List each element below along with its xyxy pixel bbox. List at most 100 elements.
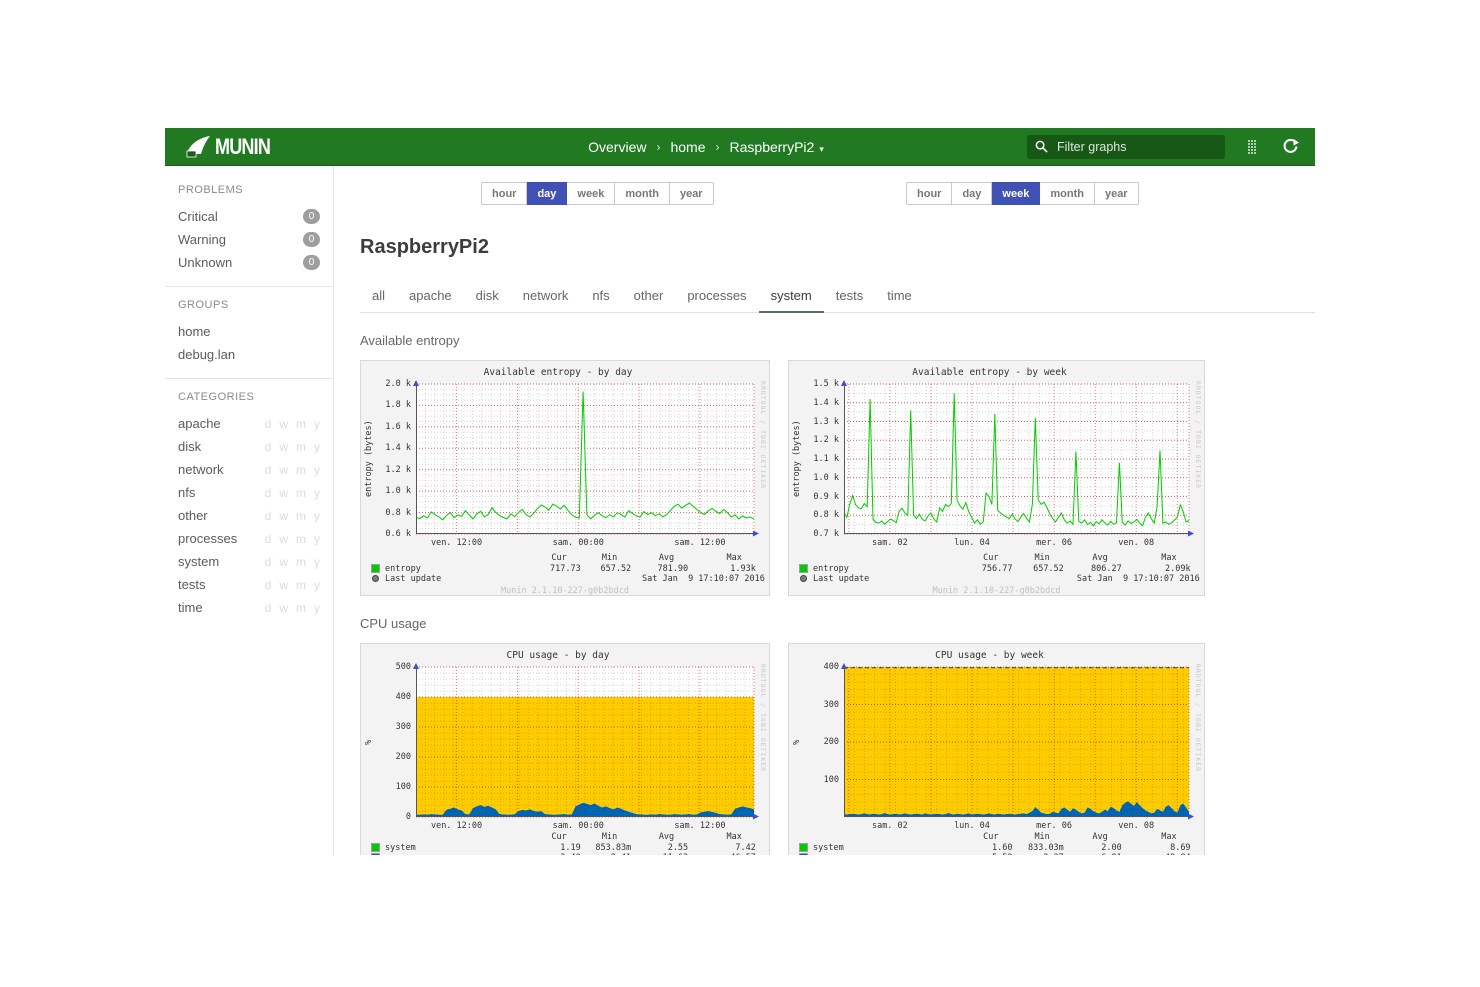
period-link-y[interactable]: y — [314, 532, 320, 546]
graph-row: Available entropy - by dayentropy (bytes… — [360, 360, 1315, 596]
period-link-y[interactable]: y — [314, 486, 320, 500]
period-link-y[interactable]: y — [314, 417, 320, 431]
sidebar-item-other[interactable]: otherdwmy — [165, 504, 333, 527]
period-link-y[interactable]: y — [314, 509, 320, 523]
period-links: dwmy — [257, 417, 320, 431]
period-link-d[interactable]: d — [265, 601, 272, 615]
x-tick-label: sam. 12:00 — [655, 821, 745, 831]
period-link-m[interactable]: m — [296, 417, 306, 431]
period-link-d[interactable]: d — [265, 509, 272, 523]
range-button-year[interactable]: year — [1095, 182, 1139, 205]
range-button-week[interactable]: week — [567, 182, 615, 205]
tab-time[interactable]: time — [875, 282, 924, 313]
graph-panel-cpu-day[interactable]: CPU usage - by day%RRDTOOL / TOBI OETIKE… — [360, 643, 770, 855]
y-tick-label: 0.7 k — [789, 529, 839, 539]
period-link-m[interactable]: m — [296, 509, 306, 523]
series-swatch-icon — [372, 844, 379, 851]
sidebar-item-tests[interactable]: testsdwmy — [165, 573, 333, 596]
period-link-d[interactable]: d — [265, 578, 272, 592]
period-link-y[interactable]: y — [314, 601, 320, 615]
period-link-w[interactable]: w — [279, 555, 288, 569]
period-link-m[interactable]: m — [296, 601, 306, 615]
period-link-d[interactable]: d — [265, 440, 272, 454]
period-link-w[interactable]: w — [279, 463, 288, 477]
tab-nfs[interactable]: nfs — [580, 282, 621, 313]
sidebar-item-home[interactable]: home — [165, 320, 333, 343]
sidebar-item-disk[interactable]: diskdwmy — [165, 435, 333, 458]
graph-panel-cpu-week[interactable]: CPU usage - by week%RRDTOOL / TOBI OETIK… — [788, 643, 1205, 855]
y-tick-label: 1.2 k — [789, 435, 839, 445]
search-input[interactable] — [1055, 139, 1205, 155]
period-link-d[interactable]: d — [265, 555, 272, 569]
period-link-w[interactable]: w — [279, 486, 288, 500]
sidebar-item-network[interactable]: networkdwmy — [165, 458, 333, 481]
category-tabs: allapachedisknetworknfsotherprocessessys… — [360, 282, 1315, 313]
tab-processes[interactable]: processes — [675, 282, 758, 313]
refresh-icon[interactable] — [1279, 136, 1301, 158]
period-link-d[interactable]: d — [265, 532, 272, 546]
sidebar-item-system[interactable]: systemdwmy — [165, 550, 333, 573]
breadcrumb-item[interactable]: RaspberryPi2▾ — [730, 139, 824, 155]
breadcrumb-item[interactable]: Overview — [588, 139, 646, 155]
period-link-d[interactable]: d — [265, 417, 272, 431]
period-link-m[interactable]: m — [296, 486, 306, 500]
range-button-day[interactable]: day — [527, 182, 567, 205]
tab-tests[interactable]: tests — [824, 282, 875, 313]
y-tick-label: 400 — [361, 692, 411, 702]
range-button-hour[interactable]: hour — [906, 182, 952, 205]
sidebar-item-debug-lan[interactable]: debug.lan — [165, 343, 333, 366]
graph-panel-entropy-week[interactable]: Available entropy - by weekentropy (byte… — [788, 360, 1205, 596]
range-button-week[interactable]: week — [992, 182, 1040, 205]
sidebar-item-processes[interactable]: processesdwmy — [165, 527, 333, 550]
period-link-d[interactable]: d — [265, 486, 272, 500]
period-link-y[interactable]: y — [314, 578, 320, 592]
tab-network[interactable]: network — [511, 282, 581, 313]
legend-value: 1.93k — [676, 564, 756, 574]
range-button-month[interactable]: month — [1040, 182, 1095, 205]
period-link-m[interactable]: m — [296, 555, 306, 569]
sidebar-section-title: PROBLEMS — [165, 184, 333, 196]
tab-system[interactable]: system — [759, 282, 824, 313]
period-link-m[interactable]: m — [296, 463, 306, 477]
sidebar-item-nfs[interactable]: nfsdwmy — [165, 481, 333, 504]
range-button-hour[interactable]: hour — [481, 182, 527, 205]
y-axis-arrow — [841, 380, 847, 386]
sidebar-item-unknown[interactable]: Unknown0 — [165, 251, 333, 274]
period-link-m[interactable]: m — [296, 578, 306, 592]
sidebar-item-label: Warning — [178, 232, 303, 247]
breadcrumb-item[interactable]: home — [670, 139, 705, 155]
legend-row-system: system1.60833.03m2.008.69 — [789, 843, 1204, 853]
period-link-w[interactable]: w — [279, 509, 288, 523]
tab-other[interactable]: other — [622, 282, 676, 313]
tab-apache[interactable]: apache — [397, 282, 464, 313]
period-link-d[interactable]: d — [265, 463, 272, 477]
period-link-y[interactable]: y — [314, 440, 320, 454]
sidebar-item-time[interactable]: timedwmy — [165, 596, 333, 619]
x-tick-label: ven. 12:00 — [412, 821, 502, 831]
range-button-year[interactable]: year — [670, 182, 714, 205]
period-link-y[interactable]: y — [314, 555, 320, 569]
period-link-w[interactable]: w — [279, 601, 288, 615]
legend-row-user: user5.522.376.9149.84 — [789, 853, 1204, 856]
sidebar-item-apache[interactable]: apachedwmy — [165, 412, 333, 435]
graph-panel-entropy-day[interactable]: Available entropy - by dayentropy (bytes… — [360, 360, 770, 596]
y-tick-label: 0.9 k — [789, 492, 839, 502]
legend-col-max: Max — [1097, 832, 1177, 842]
munin-logo[interactable]: MUNIN — [185, 134, 385, 160]
legend-series-name: Last update — [813, 574, 869, 584]
tab-all[interactable]: all — [360, 282, 397, 313]
period-link-w[interactable]: w — [279, 417, 288, 431]
range-button-day[interactable]: day — [952, 182, 992, 205]
period-links: dwmy — [257, 601, 320, 615]
sidebar-item-critical[interactable]: Critical0 — [165, 205, 333, 228]
period-link-m[interactable]: m — [296, 440, 306, 454]
period-link-w[interactable]: w — [279, 440, 288, 454]
sidebar-item-warning[interactable]: Warning0 — [165, 228, 333, 251]
period-link-y[interactable]: y — [314, 463, 320, 477]
grid-dots-icon[interactable] — [1241, 136, 1263, 158]
tab-disk[interactable]: disk — [464, 282, 511, 313]
period-link-w[interactable]: w — [279, 578, 288, 592]
period-link-m[interactable]: m — [296, 532, 306, 546]
period-link-w[interactable]: w — [279, 532, 288, 546]
range-button-month[interactable]: month — [615, 182, 670, 205]
